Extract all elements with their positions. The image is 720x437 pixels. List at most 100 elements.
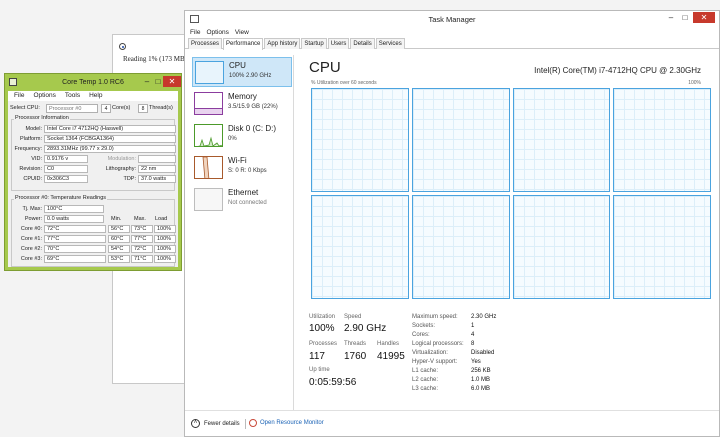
radio-icon[interactable] [119, 43, 126, 50]
sidebar-item-ethernet[interactable]: Ethernet Not connected [192, 185, 292, 215]
core-temp-value: 69°C [44, 255, 106, 263]
temperature-readings-title: Processor #0: Temperature Readings [14, 195, 108, 201]
tab-services[interactable]: Services [375, 38, 405, 49]
spec-value: 256 KB [471, 368, 491, 374]
spec-label: Virtualization: [412, 350, 448, 356]
core-max-value: 73°C [131, 225, 153, 233]
threads-value: 1760 [344, 351, 367, 362]
close-icon[interactable]: ✕ [693, 12, 715, 23]
lithography-label: Lithography: [105, 166, 136, 172]
logical-processor-graph [411, 195, 510, 299]
processes-value: 117 [309, 351, 325, 362]
tab-users[interactable]: Users [327, 38, 350, 49]
spec-value: 6.0 MB [471, 386, 491, 392]
spec-label: Hyper-V support: [412, 359, 458, 365]
page-title: CPU [309, 59, 341, 76]
sidebar-item-disk[interactable]: Disk 0 (C: D:) 0% [192, 121, 292, 151]
power-value: 0.0 watts [44, 215, 104, 223]
maximize-icon[interactable]: □ [153, 76, 163, 87]
fewer-details-label: Fewer details [204, 420, 240, 427]
close-icon[interactable]: ✕ [163, 76, 181, 87]
utilization-graph-max: 100% [688, 80, 701, 86]
cpuid-label: CPUID: [23, 176, 42, 182]
menu-tools[interactable]: Tools [65, 92, 80, 100]
spec-value: 2.30 GHz [471, 314, 497, 320]
tab-app-history[interactable]: App history [264, 38, 301, 49]
logical-processor-graph [311, 88, 409, 192]
spec-label: Sockets: [412, 323, 436, 329]
revision-label: Revision: [19, 166, 42, 172]
tdp-label: TDP: [123, 176, 136, 182]
core-temp-window: Core Temp 1.0 RC6 – □ ✕ File Options Too… [4, 73, 182, 271]
minimize-icon[interactable]: – [141, 76, 153, 87]
cpu-model-name: Intel(R) Core(TM) i7-4712HQ CPU @ 2.30GH… [534, 66, 701, 75]
sidebar-item-value: 100% 2.90 GHz [229, 73, 272, 79]
core-min-value: 54°C [108, 245, 130, 253]
model-label: Model: [25, 126, 42, 132]
sidebar-item-label: Wi-Fi [228, 156, 247, 165]
platform-value: Socket 1364 (FCBGA1364) [44, 135, 176, 143]
tjmax-label: Tj. Max: [22, 206, 42, 212]
menu-options[interactable]: Options [33, 92, 55, 100]
task-manager-footer: ˄ Fewer details Open Resource Monitor [185, 410, 719, 436]
cpuid-value: 0x306C3 [44, 175, 88, 183]
disk-thumbnail [194, 124, 223, 147]
core-temp-value: 72°C [44, 225, 106, 233]
sidebar-item-wifi[interactable]: Wi-Fi S: 0 R: 0 Kbps [192, 153, 292, 183]
core-temp-value: 77°C [44, 235, 106, 243]
resource-monitor-icon [249, 419, 257, 427]
minimize-icon[interactable]: – [665, 12, 677, 23]
core-min-value: 56°C [108, 225, 130, 233]
sidebar-item-label: Disk 0 (C: D:) [228, 124, 276, 133]
ethernet-thumbnail [194, 188, 223, 211]
sidebar-item-value: S: 0 R: 0 Kbps [228, 168, 267, 174]
utilization-graph-label: % Utilization over 60 seconds [311, 80, 377, 86]
core-label: Core #2: [20, 246, 42, 252]
tab-details[interactable]: Details [350, 38, 375, 49]
core-label: Core #1: [20, 236, 42, 242]
revision-value: C0 [44, 165, 88, 173]
handles-label: Handles [377, 341, 400, 347]
model-value: Intel Core i7 4712HQ (Haswell) [44, 125, 176, 133]
open-resource-monitor-link[interactable]: Open Resource Monitor [249, 419, 324, 427]
cpu-utilization-graphs[interactable] [311, 88, 711, 299]
spec-label: L2 cache: [412, 377, 439, 383]
tab-startup[interactable]: Startup [301, 38, 327, 49]
load-column-header: Load [155, 216, 168, 222]
sidebar-item-label: CPU [229, 61, 246, 70]
task-manager-menubar: File Options View [185, 27, 719, 38]
menu-file[interactable]: File [190, 27, 200, 38]
spec-value: 8 [471, 341, 475, 347]
performance-sidebar: CPU 100% 2.90 GHz Memory 3.5/15.9 GB (22… [188, 55, 294, 410]
tab-performance[interactable]: Performance [223, 38, 264, 50]
core-min-value: 60°C [108, 235, 130, 243]
threads-label: Threads [344, 341, 367, 347]
core-temp-value: 70°C [44, 245, 106, 253]
menu-file[interactable]: File [14, 92, 24, 100]
core-temp-titlebar[interactable]: Core Temp 1.0 RC6 – □ ✕ [5, 74, 181, 91]
sidebar-item-cpu[interactable]: CPU 100% 2.90 GHz [192, 57, 292, 87]
handles-value: 41995 [377, 351, 405, 362]
sidebar-item-memory[interactable]: Memory 3.5/15.9 GB (22%) [192, 89, 292, 119]
logical-processor-graph [613, 88, 711, 192]
menu-options[interactable]: Options [206, 27, 228, 38]
uptime-value: 0:05:59:56 [309, 377, 357, 388]
vid-label: VID: [31, 156, 42, 162]
cores-count: 4 [101, 104, 111, 113]
spec-value: 4 [471, 332, 475, 338]
cores-label: Core(s) [112, 105, 131, 111]
core-max-value: 72°C [131, 245, 153, 253]
menu-view[interactable]: View [235, 27, 249, 38]
processor-info-title: Processor Information [14, 115, 70, 121]
select-cpu-dropdown[interactable]: Processor #0 [46, 104, 98, 113]
modulation-label: Modulation: [107, 156, 136, 162]
task-manager-titlebar[interactable]: Task Manager – □ ✕ [185, 11, 719, 27]
logical-processor-graph [311, 195, 409, 299]
tjmax-value: 100°C [44, 205, 104, 213]
select-cpu-label: Select CPU: [10, 105, 40, 111]
uptime-label: Up time [309, 367, 330, 373]
maximize-icon[interactable]: □ [679, 12, 691, 23]
menu-help[interactable]: Help [89, 92, 102, 100]
tab-processes[interactable]: Processes [188, 38, 223, 49]
fewer-details-button[interactable]: ˄ Fewer details [191, 419, 240, 428]
